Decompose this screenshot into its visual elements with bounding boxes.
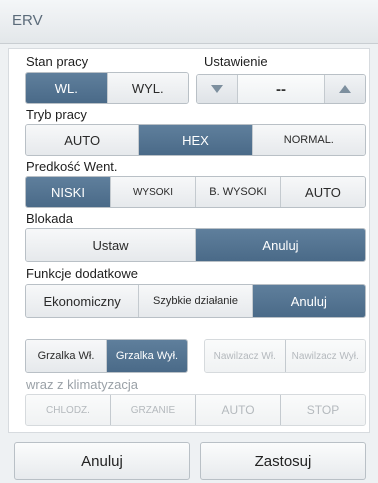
nawilzacz-toggle: Nawilzacz Wł. Nawilzacz Wył. [204,339,366,373]
klimatyzacja-selector: CHLODZ. GRZANIE AUTO STOP [25,394,366,426]
predkosc-bwysoki-button[interactable]: B. WYSOKI [195,177,280,207]
window-title: ERV [12,12,43,29]
klimat-chlodz-button[interactable]: CHLODZ. [26,395,110,425]
funkcje-szybkie-button[interactable]: Szybkie działanie [138,285,252,317]
blokada-label: Blokada [26,211,73,226]
blokada-ustaw-button[interactable]: Ustaw [26,229,195,261]
funkcje-anuluj-button[interactable]: Anuluj [251,285,365,317]
title-bar: ERV [0,0,378,44]
decrease-button[interactable] [197,75,237,103]
stan-pracy-on-button[interactable]: WL. [26,73,107,103]
klimat-auto-button[interactable]: AUTO [195,395,280,425]
grzalka-off-button[interactable]: Grzalka Wył. [106,340,187,372]
tryb-normal-button[interactable]: NORMAL. [251,125,365,155]
blokada-anuluj-button[interactable]: Anuluj [195,229,365,261]
blokada-toggle: Ustaw Anuluj [25,228,366,262]
tryb-pracy-selector: AUTO HEX NORMAL. [25,124,366,156]
nawilzacz-on-button[interactable]: Nawilzacz Wł. [205,340,285,372]
klimatyzacja-label: wraz z klimatyzacja [26,377,138,392]
grzalka-toggle: Grzalka Wł. Grzalka Wył. [25,339,188,373]
increase-button[interactable] [325,75,365,103]
stan-pracy-off-button[interactable]: WYL. [106,73,188,103]
ustawienie-stepper: -- [196,74,366,104]
stan-pracy-toggle: WL. WYL. [25,72,189,104]
predkosc-selector: NISKI WYSOKI B. WYSOKI AUTO [25,176,366,208]
ustawienie-label: Ustawienie [204,54,268,69]
cancel-button[interactable]: Anuluj [14,442,190,480]
grzalka-on-button[interactable]: Grzalka Wł. [26,340,106,372]
tryb-hex-button[interactable]: HEX [138,125,252,155]
klimat-grzanie-button[interactable]: GRZANIE [110,395,195,425]
funkcje-ekonomiczny-button[interactable]: Ekonomiczny [26,285,139,317]
nawilzacz-off-button[interactable]: Nawilzacz Wył. [284,340,365,372]
tryb-pracy-label: Tryb pracy [26,107,87,122]
predkosc-niski-button[interactable]: NISKI [26,177,110,207]
funkcje-label: Funkcje dodatkowe [26,266,139,281]
ustawienie-value: -- [237,75,325,103]
triangle-up-icon [339,85,351,93]
predkosc-label: Predkość Went. [26,159,118,174]
triangle-down-icon [211,85,223,93]
klimat-stop-button[interactable]: STOP [280,395,365,425]
stan-pracy-label: Stan pracy [26,54,89,69]
predkosc-auto-button[interactable]: AUTO [280,177,365,207]
predkosc-wysoki-button[interactable]: WYSOKI [110,177,195,207]
apply-button[interactable]: Zastosuj [200,442,366,480]
funkcje-selector: Ekonomiczny Szybkie działanie Anuluj [25,284,366,318]
tryb-auto-button[interactable]: AUTO [26,125,139,155]
